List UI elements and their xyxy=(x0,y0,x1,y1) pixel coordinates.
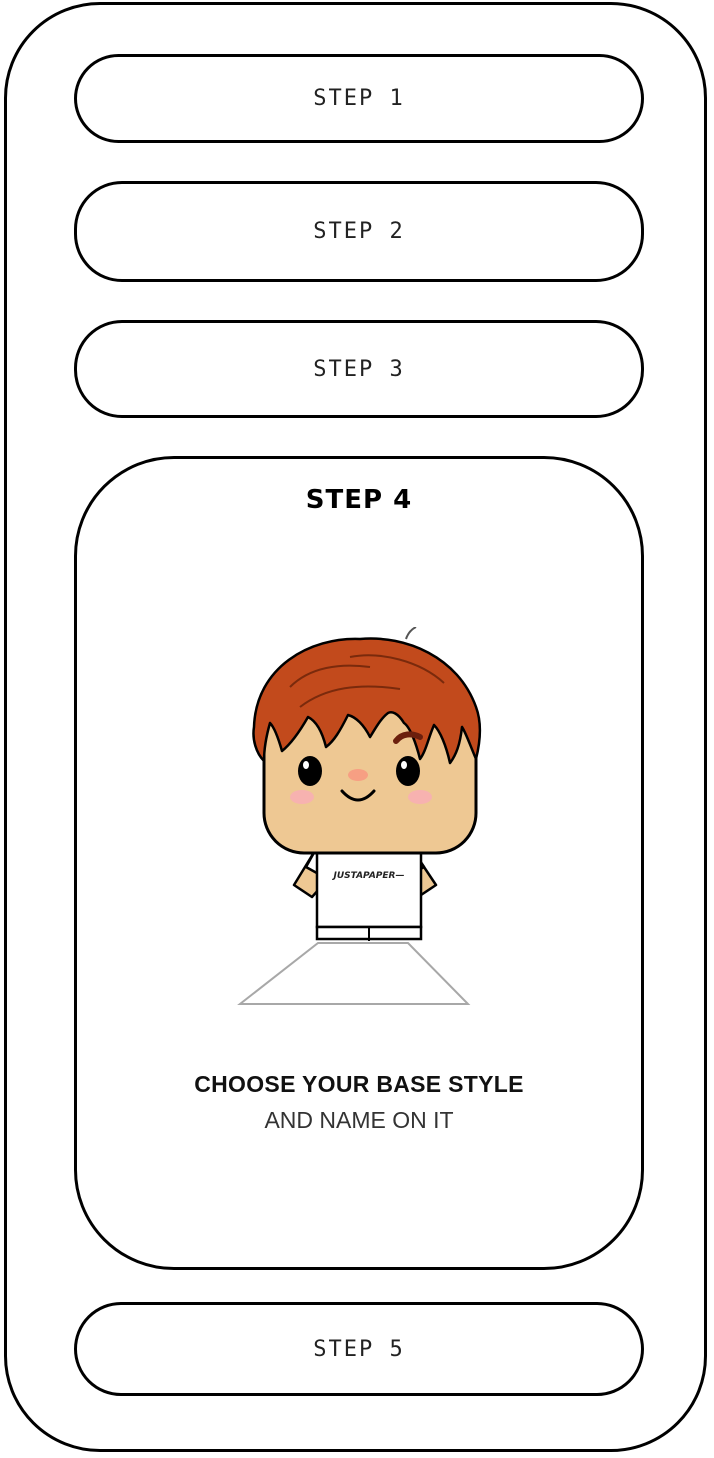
left-eye xyxy=(298,756,322,786)
step-4-title: STEP 4 xyxy=(305,485,413,515)
step-1-label: STEP 1 xyxy=(313,86,405,111)
left-blush xyxy=(290,790,314,804)
shirt xyxy=(315,845,423,929)
step-3-label: STEP 3 xyxy=(313,356,405,382)
right-eye xyxy=(396,756,420,786)
step-4-card[interactable]: STEP 4 JUSTAPAPER— CHOOSE YOUR BASE STYL… xyxy=(74,456,644,1270)
step-2-label: STEP 2 xyxy=(313,219,405,244)
step-5-button[interactable]: STEP 5 xyxy=(74,1302,644,1396)
character-figure-image: JUSTAPAPER— xyxy=(237,627,481,1005)
base-style-heading: CHOOSE YOUR BASE STYLE xyxy=(194,1071,524,1097)
shirt-text: JUSTAPAPER— xyxy=(332,871,405,881)
figure-base xyxy=(237,942,471,1005)
step-5-label: STEP 5 xyxy=(313,1336,405,1362)
base-style-subheading: AND NAME ON IT xyxy=(264,1107,454,1133)
nose xyxy=(348,769,368,781)
right-blush xyxy=(408,790,432,804)
step-3-button[interactable]: STEP 3 xyxy=(74,320,644,418)
step-1-button[interactable]: STEP 1 xyxy=(74,54,644,143)
step-2-button[interactable]: STEP 2 xyxy=(74,181,644,282)
